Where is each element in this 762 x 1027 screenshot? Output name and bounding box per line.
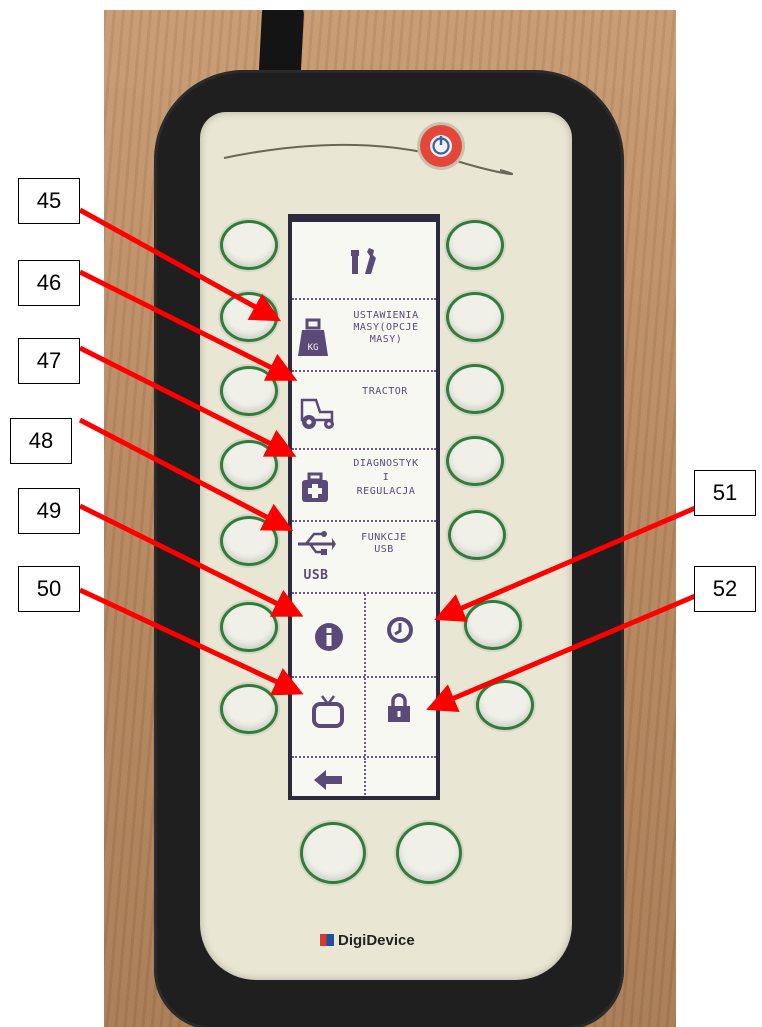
arrow-50 [78,587,304,696]
arrow-52 [426,591,701,712]
arrow-45 [78,207,282,322]
callout-47: 47 [18,338,80,384]
callout-45: 45 [18,178,80,224]
callout-46: 46 [18,260,80,306]
callout-48: 48 [10,418,72,464]
callout-50: 50 [18,566,80,612]
callout-51: 51 [694,470,756,516]
callout-52: 52 [694,566,756,612]
arrow-46 [78,269,298,381]
callout-49: 49 [18,488,80,534]
annotation-arrows [78,207,701,712]
arrow-51 [434,503,701,622]
arrow-49 [78,503,304,617]
